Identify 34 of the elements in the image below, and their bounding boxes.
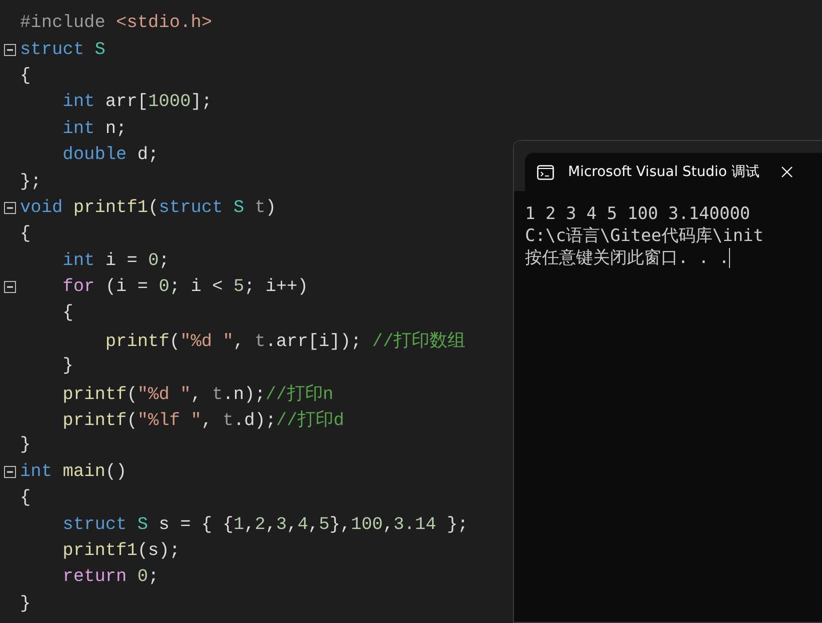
console-tab[interactable]: Microsoft Visual Studio 调试 — [525, 153, 822, 191]
collapse-icon[interactable] — [4, 44, 16, 56]
code-line: printf("%lf ", t.d);//打印d — [62, 409, 344, 432]
code-line: { — [20, 224, 31, 244]
collapse-icon[interactable] — [4, 466, 16, 478]
code-line: printf("%d ", t.n);//打印n — [62, 383, 334, 405]
code-line: printf("%d ", t.arr[i]); //打印数组 — [104, 330, 466, 352]
console-output-line: C:\c语言\Gitee代码库\init — [525, 225, 765, 247]
code-line: void printf1(struct S t) — [20, 198, 276, 218]
terminal-icon — [537, 164, 554, 180]
code-line: { — [62, 303, 74, 324]
code-line: { — [20, 66, 31, 86]
code-line: struct S s = { {1,2,3,4,5},100,3.14 }; — [62, 514, 468, 535]
code-line: double d; — [62, 145, 159, 166]
code-line: int n; — [62, 118, 127, 139]
code-line: } — [62, 356, 74, 376]
code-line: return 0; — [62, 567, 159, 588]
close-icon[interactable] — [781, 166, 794, 178]
collapse-icon[interactable] — [4, 202, 16, 214]
code-line: int i = 0; — [62, 250, 170, 271]
code-line: int arr[1000]; — [62, 92, 212, 112]
code-line: #include <stdio.h> — [20, 13, 212, 34]
code-line: } — [20, 594, 31, 614]
code-line: struct S — [20, 40, 106, 60]
code-line: printf1(s); — [62, 541, 180, 561]
code-line: for (i = 0; i < 5; i++) — [62, 277, 308, 298]
code-line: }; — [20, 172, 42, 192]
collapse-icon[interactable] — [4, 281, 16, 294]
code-line: { — [20, 488, 31, 508]
code-line: } — [20, 435, 31, 456]
console-output-line: 1 2 3 4 5 100 3.140000 — [525, 203, 752, 225]
code-line: int main() — [20, 462, 127, 482]
tab-title: Microsoft Visual Studio 调试 — [568, 163, 760, 181]
console-output-line: 按任意键关闭此窗口. . . — [525, 247, 732, 269]
